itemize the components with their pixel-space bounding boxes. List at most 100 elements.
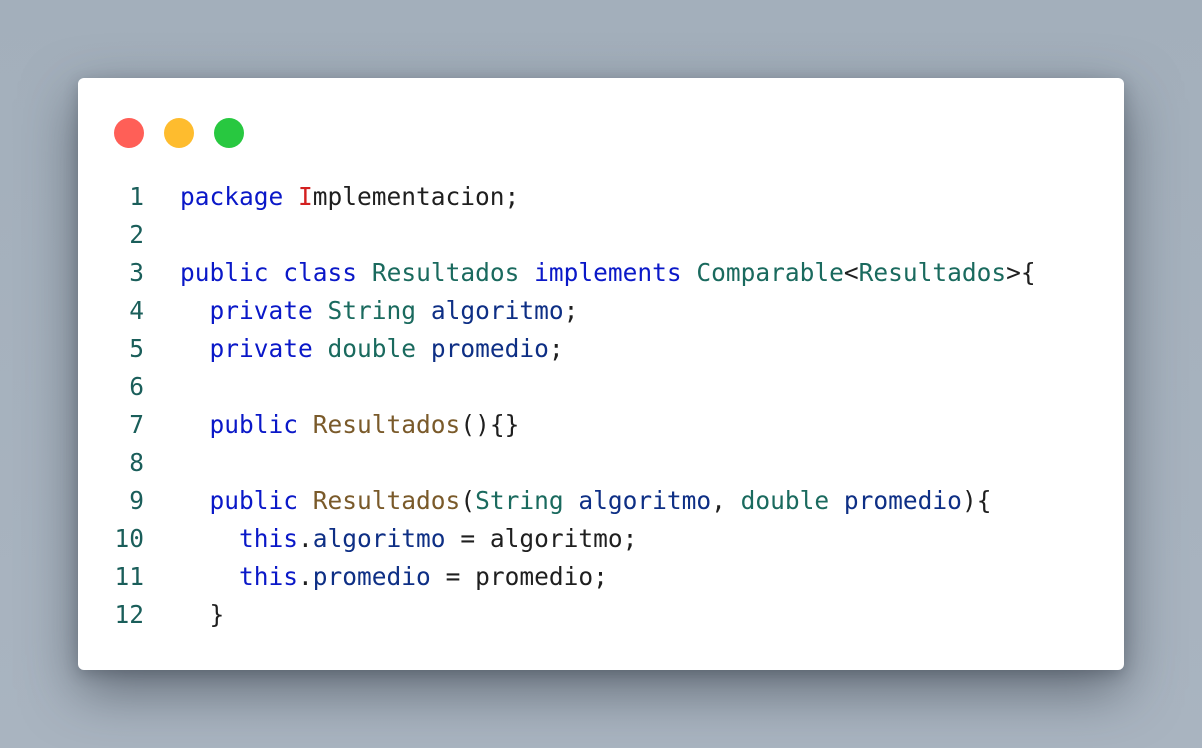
code-token: public [209,486,299,515]
line-source [144,368,180,406]
code-token: public [180,258,269,287]
code-token: Resultados [312,410,461,439]
line-source: this.promedio = promedio; [144,558,608,596]
code-token: = algoritmo; [445,524,638,553]
code-token: this [239,562,299,591]
code-token: Resultados [858,258,1007,287]
code-token: = promedio; [430,562,608,591]
line-source: private double promedio; [144,330,564,368]
code-block: 1 package Implementacion; 2 3 public class R… [78,178,1124,634]
code-token: I [298,182,313,211]
line-source: public Resultados(){} [144,406,520,444]
code-token: double [740,486,830,515]
line-number: 5 [129,334,144,363]
line-number: 7 [129,410,144,439]
code-token: double [327,334,417,363]
code-token: String [475,486,564,515]
code-line: 10 this.algoritmo = algoritmo; [78,520,1124,558]
minimize-dot-icon[interactable] [164,118,194,148]
code-token: (){} [460,410,520,439]
line-source: public Resultados(String algoritmo, doub… [144,482,992,520]
code-token: ){ [961,486,992,515]
maximize-dot-icon[interactable] [214,118,244,148]
line-number: 9 [129,486,144,515]
code-line: 4 private String algoritmo; [78,292,1124,330]
code-token: . [298,524,313,553]
code-token: this [239,524,299,553]
code-token: Resultados [371,258,520,287]
code-token: implements [534,258,682,287]
code-line: 2 [78,216,1124,254]
code-token: < [843,258,859,287]
code-token: promedio [312,562,431,591]
line-source [144,216,180,254]
code-line: 6 [78,368,1124,406]
line-source [144,444,180,482]
window-controls [114,118,244,148]
code-token: promedio [430,334,549,363]
line-number: 10 [114,524,144,553]
line-number: 6 [129,372,144,401]
code-line: 5 private double promedio; [78,330,1124,368]
line-number: 3 [129,258,144,287]
code-token: mplementacion; [312,182,520,211]
line-number: 2 [129,220,144,249]
line-number: 8 [129,448,144,477]
line-number: 4 [129,296,144,325]
code-token: promedio [843,486,962,515]
code-token: ( [460,486,476,515]
line-number: 11 [114,562,144,591]
code-line: 11 this.promedio = promedio; [78,558,1124,596]
line-number: 1 [129,182,144,211]
code-token: ; [563,296,579,325]
code-token: private [209,296,313,325]
code-token: public [209,410,299,439]
line-source: public class Resultados implements Compa… [144,254,1036,292]
line-source: package Implementacion; [144,178,519,216]
code-line: 7 public Resultados(){} [78,406,1124,444]
code-token: algoritmo [430,296,564,325]
code-token: algoritmo [312,524,446,553]
close-dot-icon[interactable] [114,118,144,148]
code-token: class [283,258,358,287]
code-line: 3 public class Resultados implements Comp… [78,254,1124,292]
line-source: private String algoritmo; [144,292,579,330]
code-token: String [327,296,417,325]
code-token: private [209,334,313,363]
code-token: , [711,486,741,515]
line-number: 12 [114,600,144,629]
code-line: 1 package Implementacion; [78,178,1124,216]
code-token: . [298,562,313,591]
line-source: } [144,596,225,634]
code-line: 8 [78,444,1124,482]
code-line: 9 public Resultados(String algoritmo, do… [78,482,1124,520]
code-line: 12 } [78,596,1124,634]
code-token: package [180,182,284,211]
code-token: >{ [1006,258,1036,287]
line-source: this.algoritmo = algoritmo; [144,520,637,558]
code-token: algoritmo [578,486,712,515]
code-window: 1 package Implementacion; 2 3 public class R… [78,78,1124,670]
code-token: ; [548,334,564,363]
code-token: } [180,600,225,629]
code-token: Resultados [312,486,461,515]
